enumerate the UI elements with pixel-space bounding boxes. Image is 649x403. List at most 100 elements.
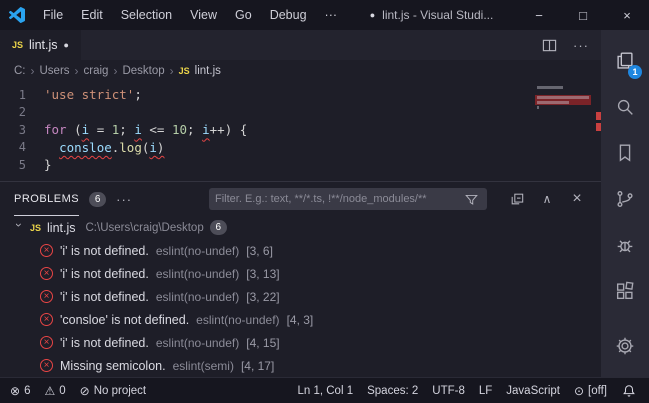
status-no-project[interactable]: ⊘No project	[80, 384, 146, 398]
activity-settings[interactable]	[601, 323, 649, 369]
code-editor[interactable]: 1'use strict';23for (i = 1; i <= 10; i++…	[0, 82, 601, 181]
menu-debug[interactable]: Debug	[261, 0, 316, 30]
activity-explorer[interactable]: 1	[601, 38, 649, 84]
chevron-down-icon	[12, 223, 26, 233]
code-token: i	[202, 122, 210, 137]
filter-funnel-icon[interactable]	[461, 193, 481, 206]
chevron-right-icon: ›	[170, 64, 174, 78]
code-token: }	[44, 157, 52, 172]
menu-file[interactable]: File	[34, 0, 72, 30]
line-number: 3	[0, 123, 44, 137]
panel-header: PROBLEMS 6 ···	[0, 182, 601, 216]
tab-dirty-indicator: ●	[64, 40, 69, 50]
close-button[interactable]: ×	[605, 0, 649, 30]
line-number: 1	[0, 88, 44, 102]
minimap[interactable]	[535, 85, 591, 110]
breadcrumb: C:›Users›craig›Desktop›JSlint.js	[0, 60, 601, 82]
panel-close-icon[interactable]	[567, 190, 587, 208]
problem-item[interactable]: ×'consloe' is not defined.eslint(no-unde…	[0, 308, 601, 331]
activity-debug[interactable]	[601, 222, 649, 268]
problem-position: [4, 3]	[287, 313, 314, 327]
gear-icon	[614, 335, 636, 357]
problem-source: eslint(no-undef)	[156, 336, 239, 350]
error-icon: ×	[40, 313, 53, 326]
maximize-button[interactable]: □	[561, 0, 605, 30]
code-line: 1'use strict';	[0, 86, 601, 104]
menu-selection[interactable]: Selection	[112, 0, 181, 30]
status-online-status[interactable]: ⊙[off]	[574, 384, 607, 398]
line-number: 2	[0, 105, 44, 119]
error-circle-icon: ⊗	[10, 384, 20, 398]
problem-source: eslint(semi)	[173, 359, 234, 373]
code-text[interactable]: for (i = 1; i <= 10; i++) {	[44, 122, 247, 137]
code-token: i	[149, 140, 157, 155]
problem-item[interactable]: ×Missing semicolon.eslint(semi)[4, 17]	[0, 354, 601, 377]
problem-position: [4, 17]	[241, 359, 274, 373]
panel-more-actions-icon[interactable]: ···	[116, 192, 132, 207]
breadcrumb-item[interactable]: C:	[14, 65, 26, 77]
activity-source-control[interactable]	[601, 176, 649, 222]
problems-panel: PROBLEMS 6 ···	[0, 181, 601, 377]
problem-message: 'i' is not defined.	[60, 244, 149, 258]
problem-item[interactable]: ×'i' is not defined.eslint(no-undef)[4, …	[0, 331, 601, 354]
menu-edit[interactable]: Edit	[72, 0, 112, 30]
status-encoding[interactable]: UTF-8	[432, 385, 465, 397]
status-eol[interactable]: LF	[479, 385, 492, 397]
code-token	[44, 140, 59, 155]
problem-position: [3, 22]	[246, 290, 279, 304]
collapse-all-icon[interactable]	[507, 192, 527, 206]
problems-filter-input[interactable]	[215, 193, 461, 205]
title-bar: FileEditSelectionViewGoDebug··· ● lint.j…	[0, 0, 649, 30]
notifications-bell-icon[interactable]	[619, 384, 639, 398]
explorer-badge: 1	[628, 65, 642, 79]
status-warnings[interactable]: ⚠0	[44, 384, 65, 398]
breadcrumb-item[interactable]: Users	[40, 65, 70, 77]
status-errors[interactable]: ⊗6	[10, 384, 30, 398]
code-token: (	[67, 122, 82, 137]
dirty-indicator: ●	[370, 10, 375, 20]
problems-file-row[interactable]: JS lint.js C:\Users\craig\Desktop 6	[0, 216, 601, 239]
minimize-button[interactable]: −	[517, 0, 561, 30]
breadcrumb-item[interactable]: Desktop	[122, 65, 164, 77]
code-text[interactable]: 'use strict';	[44, 87, 142, 102]
code-line: 4 consloe.log(i)	[0, 139, 601, 157]
code-token: for	[44, 122, 67, 137]
tab-lintjs[interactable]: JS lint.js ●	[0, 30, 81, 60]
status-cursor-position[interactable]: Ln 1, Col 1	[297, 385, 353, 397]
menu-more[interactable]: ···	[316, 0, 347, 30]
tab-problems[interactable]: PROBLEMS	[14, 182, 79, 216]
problem-item[interactable]: ×'i' is not defined.eslint(no-undef)[3, …	[0, 262, 601, 285]
menu-view[interactable]: View	[181, 0, 226, 30]
error-icon: ×	[40, 336, 53, 349]
activity-search[interactable]	[601, 84, 649, 130]
chevron-right-icon: ›	[113, 64, 117, 78]
problem-item[interactable]: ×'i' is not defined.eslint(no-undef)[3, …	[0, 239, 601, 262]
code-text[interactable]: consloe.log(i)	[44, 140, 164, 155]
code-token: 10	[172, 122, 187, 137]
menu-bar: FileEditSelectionViewGoDebug···	[34, 0, 346, 30]
code-token: <=	[142, 122, 172, 137]
menu-go[interactable]: Go	[226, 0, 261, 30]
problem-message: Missing semicolon.	[60, 359, 166, 373]
chevron-up-icon[interactable]	[537, 192, 557, 206]
problem-item[interactable]: ×'i' is not defined.eslint(no-undef)[3, …	[0, 285, 601, 308]
breadcrumb-item-file[interactable]: lint.js	[195, 65, 221, 77]
editor-more-actions-icon[interactable]: ···	[573, 38, 589, 53]
code-text[interactable]: }	[44, 157, 52, 172]
error-icon: ×	[40, 244, 53, 257]
code-token: ;	[187, 122, 202, 137]
activity-extensions[interactable]	[601, 268, 649, 314]
activity-bookmarks[interactable]	[601, 130, 649, 176]
status-indentation[interactable]: Spaces: 2	[367, 385, 418, 397]
status-language-mode[interactable]: JavaScript	[506, 385, 560, 397]
file-path: C:\Users\craig\Desktop	[86, 222, 204, 234]
split-editor-icon[interactable]	[539, 38, 559, 53]
breadcrumb-item[interactable]: craig	[84, 65, 109, 77]
window-controls: − □ ×	[517, 0, 649, 30]
minimap-line	[535, 105, 591, 110]
problem-message: 'i' is not defined.	[60, 336, 149, 350]
problem-source: eslint(no-undef)	[156, 244, 239, 258]
code-token: 'use strict'	[44, 87, 134, 102]
status-bar-left: ⊗6 ⚠0 ⊘No project	[10, 384, 146, 398]
problem-position: [3, 13]	[246, 267, 279, 281]
